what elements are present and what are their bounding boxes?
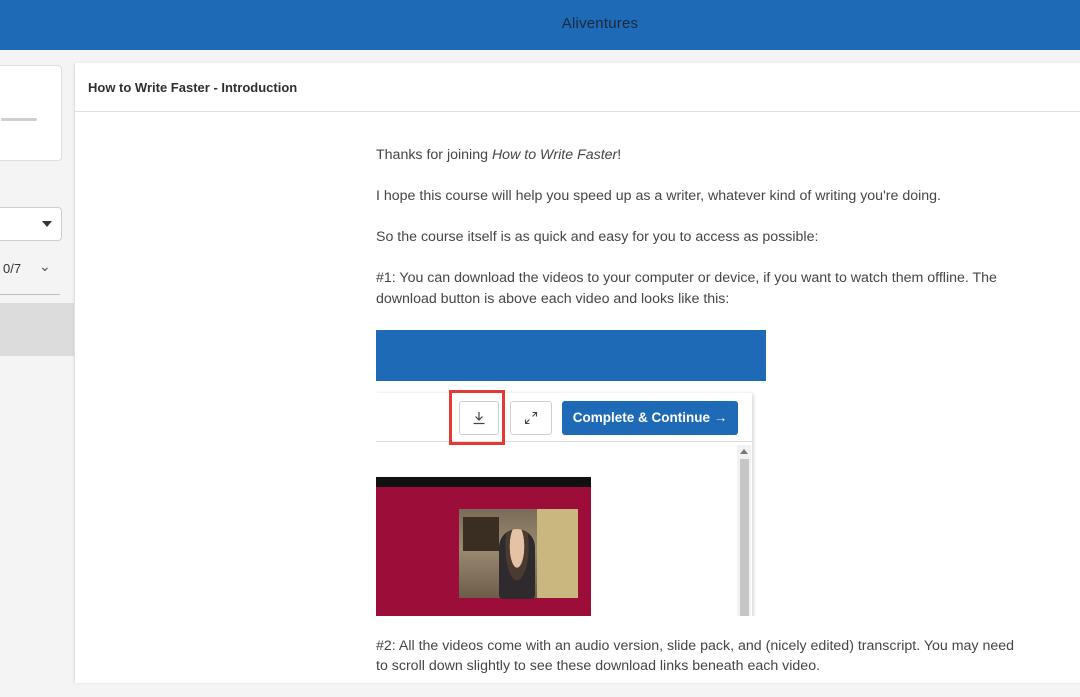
app-title: Aliventures — [561, 15, 639, 32]
intro-paragraph: Thanks for joining How to Write Faster! — [376, 145, 1016, 166]
embedded-divider — [376, 440, 752, 442]
paragraph-3: So the course itself is as quick and eas… — [376, 229, 819, 245]
embedded-scrollbar — [737, 444, 751, 616]
lesson-title: How to Write Faster - Introduction — [88, 80, 298, 95]
sidebar-section-header[interactable]: 0/7 ⌄ — [0, 248, 60, 295]
lesson-panel: How to Write Faster - Introduction Thank… — [74, 63, 1080, 683]
complete-continue-button-image: Complete & Continue → — [562, 400, 738, 435]
top-bar: Aliventures — [0, 0, 1080, 50]
person — [499, 528, 535, 599]
caret-down-icon — [42, 221, 52, 227]
video-player-image — [376, 486, 591, 616]
scroll-thumb — [740, 458, 749, 616]
chevron-down-icon: ⌄ — [39, 258, 51, 274]
embedded-screenshot: Complete & Continue → — [376, 329, 766, 616]
paragraph-5: #2: All the videos come with an audio ve… — [376, 637, 1015, 675]
paragraph-2: I hope this course will help you speed u… — [376, 188, 941, 204]
webcam-image — [459, 508, 578, 599]
section-progress-count: 0/7 — [3, 261, 22, 276]
expand-icon — [510, 400, 552, 435]
video-top-bar — [376, 476, 591, 487]
wall — [537, 508, 578, 598]
paragraph-4: #1: You can download the videos to your … — [376, 270, 997, 307]
course-name: How to Write Faster — [491, 147, 618, 163]
lesson-content: Thanks for joining How to Write Faster! … — [376, 145, 1016, 697]
intro-suffix: ! — [617, 147, 622, 163]
scroll-up-icon — [740, 448, 748, 454]
sidebar-item-current-lesson[interactable] — [0, 303, 74, 356]
download-highlight-box — [449, 389, 505, 445]
lesson-header: How to Write Faster - Introduction — [75, 63, 1080, 112]
intro-prefix: Thanks for joining — [376, 147, 492, 163]
bookshelf — [463, 516, 499, 551]
course-section-select[interactable] — [0, 207, 62, 241]
course-progress-bar — [1, 118, 37, 121]
course-sidebar: 0/7 ⌄ — [0, 50, 74, 675]
course-progress-card — [0, 65, 62, 161]
embedded-blue-header — [376, 329, 766, 381]
